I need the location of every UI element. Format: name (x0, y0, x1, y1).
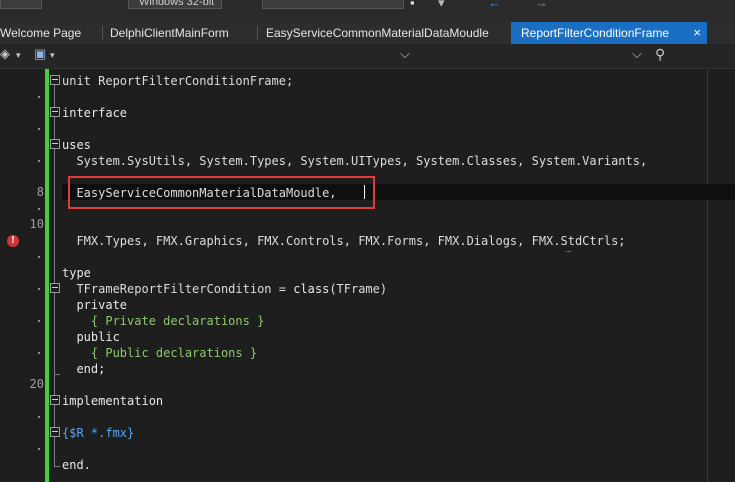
close-icon[interactable]: × (693, 22, 701, 44)
tab-delphi-client-main-form[interactable]: DelphiClientMainForm (110, 22, 250, 44)
tab-label: DelphiClientMainForm (110, 26, 229, 40)
compiler-directive: {$R *.fmx} (62, 426, 135, 440)
code-editor[interactable]: 8 10 20 ! unit ReportFilterConditionFram… (0, 69, 735, 482)
line-number: 8 (36, 185, 44, 199)
code-line: System.SysUtils, System.Types, System.UI… (62, 154, 648, 168)
tab-label: Welcome Page (0, 26, 82, 40)
code-comment: { Private declarations } (62, 314, 265, 328)
code-line: end; (62, 362, 106, 376)
back-arrow-icon[interactable]: ← (488, 0, 501, 10)
code-line: FMX.Types, FMX.Graphics, FMX.Controls, F… (62, 234, 626, 248)
toolbar-combo[interactable] (262, 0, 404, 9)
fold-end (54, 374, 60, 375)
gutter-dot (38, 208, 40, 210)
gutter-dot (38, 160, 40, 162)
tab-divider (102, 26, 103, 40)
fold-toggle-icon[interactable] (50, 75, 60, 85)
fold-toggle-icon[interactable] (50, 395, 60, 405)
gutter-dot (38, 288, 40, 290)
chevron-down-icon[interactable]: ⌵ (400, 46, 410, 62)
gutter-dot (38, 352, 40, 354)
gutter-dot (38, 448, 40, 450)
code-comment: { Public declarations } (62, 346, 258, 360)
dropdown-arrow-icon[interactable]: ▾ (438, 0, 445, 11)
right-margin-guide (707, 69, 708, 482)
editor-tab-bar: Welcome Page DelphiClientMainForm EasySe… (0, 22, 735, 44)
code-line: type (62, 266, 91, 280)
gutter-dot (38, 128, 40, 130)
gutter-dot (38, 256, 40, 258)
structure-icon[interactable]: ◈ (0, 46, 10, 62)
chevron-down-icon[interactable]: ▾ (16, 50, 21, 61)
tab-welcome-page[interactable]: Welcome Page (0, 22, 100, 44)
top-toolbar-strip: Windows 32-bit ▪ ▾ ← → (0, 0, 735, 22)
fold-end (54, 466, 60, 467)
chevron-down-icon[interactable]: ▾ (50, 50, 55, 61)
fold-toggle-icon[interactable] (50, 283, 60, 293)
editor-gutter: 8 10 20 ! (0, 69, 50, 482)
fold-toggle-icon[interactable] (50, 107, 60, 117)
code-line: private (62, 298, 128, 312)
code-line: uses (62, 138, 91, 152)
fold-toggle-icon[interactable] (50, 139, 60, 149)
search-icon[interactable]: ⚲ (655, 46, 665, 63)
code-token: (TFrame) (329, 282, 388, 296)
error-squiggle (566, 249, 571, 252)
unit-icon[interactable]: ▣ (34, 46, 46, 62)
modified-lines-bar (45, 69, 49, 482)
line-number: 20 (29, 377, 44, 391)
code-line: end. (62, 458, 91, 472)
line-number: 10 (29, 217, 44, 231)
tab-divider (257, 26, 258, 40)
gutter-dot (38, 320, 40, 322)
tab-label: EasyServiceCommonMaterialDataMoudle (266, 26, 489, 40)
code-token: class (293, 282, 330, 296)
code-line: TFrameReportFilterCondition = class(TFra… (62, 281, 387, 297)
highlight-annotation-box (68, 176, 375, 209)
code-line: interface (62, 106, 128, 120)
code-token: TFrameReportFilterCondition = (62, 282, 294, 296)
gutter-dot (38, 416, 40, 418)
tab-report-filter-condition-frame[interactable]: ReportFilterConditionFrame × (511, 22, 707, 44)
editor-toolbar: ◈ ▾ ▣ ▾ ⌵ ⌵ ⚲ (0, 44, 735, 69)
toolbar-control[interactable] (0, 0, 42, 9)
tab-label: ReportFilterConditionFrame (521, 26, 670, 40)
code-line: unit ReportFilterConditionFrame; (62, 74, 294, 88)
error-icon[interactable]: ! (7, 235, 19, 247)
tab-easy-service-common-material-data-moudle[interactable]: EasyServiceCommonMaterialDataMoudle (266, 22, 501, 44)
gutter-dot (38, 96, 40, 98)
code-line: implementation (62, 394, 164, 408)
toolbar-button-icon[interactable]: ▪ (410, 0, 415, 10)
platform-value: Windows 32-bit (139, 0, 215, 8)
chevron-down-icon[interactable]: ⌵ (632, 46, 642, 62)
code-line: public (62, 330, 120, 344)
forward-arrow-icon[interactable]: → (535, 0, 548, 10)
fold-toggle-icon[interactable] (50, 427, 60, 437)
platform-dropdown[interactable]: Windows 32-bit (128, 0, 222, 9)
